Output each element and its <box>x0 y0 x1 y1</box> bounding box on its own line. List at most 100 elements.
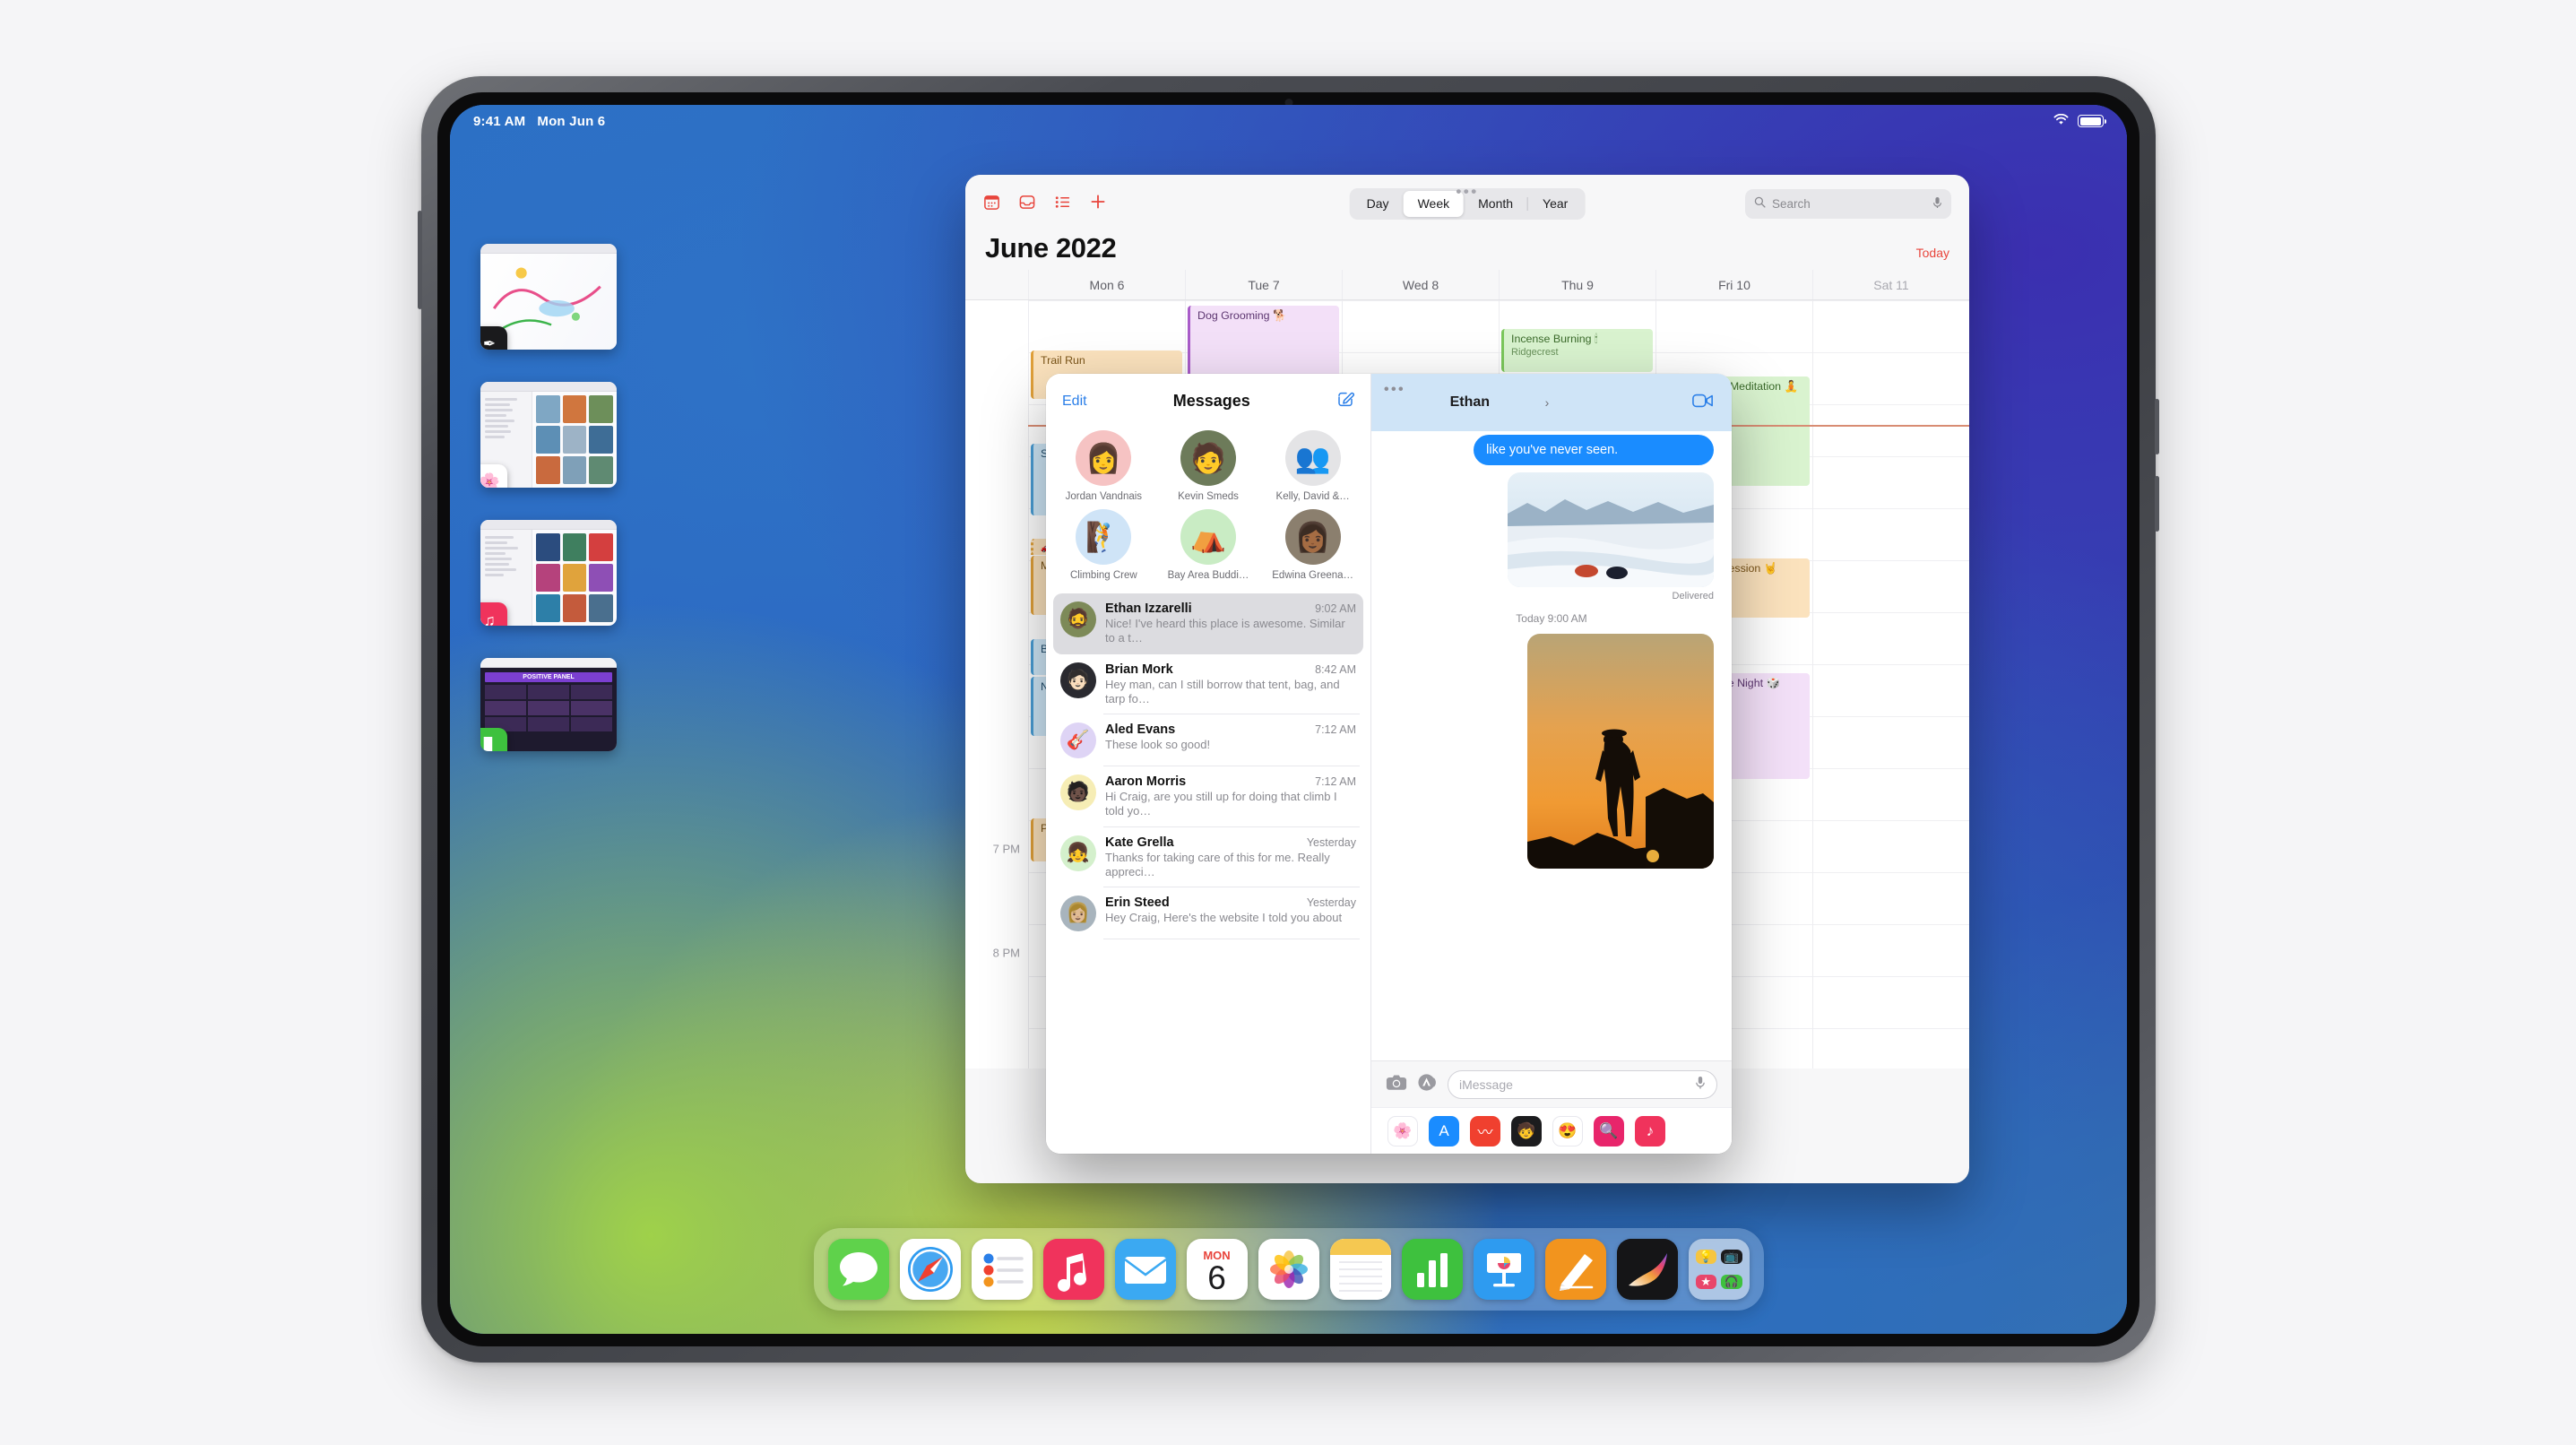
hour-gridline <box>1656 300 1812 301</box>
app-store-icon[interactable]: A <box>1429 1115 1459 1146</box>
message-delivery-status: Delivered <box>1672 591 1714 601</box>
pinned-conversation-2[interactable]: 👥 Kelly, David &… <box>1262 430 1363 502</box>
search-placeholder: Search <box>1772 196 1811 211</box>
dock-app-calendar[interactable]: MON 6 <box>1186 1239 1248 1300</box>
list-item[interactable]: 🧔 Ethan Izzarelli 9:02 AM Nice! I've heard … <box>1053 593 1363 654</box>
messages-window[interactable]: Edit Messages 👩 Jordan Vandnais 🧑 Kevin Sme… <box>1046 374 1732 1154</box>
calendar-window-handle[interactable]: ••• <box>1456 184 1478 199</box>
recent-app-card[interactable]: ✒ <box>480 244 617 350</box>
memoji-stickers-icon[interactable]: 😍 <box>1552 1115 1583 1146</box>
inbox-icon[interactable] <box>1018 194 1036 214</box>
conversation-preview: Hi Craig, are you still up for doing tha… <box>1105 790 1337 818</box>
hour-gridline <box>1813 560 1969 561</box>
dock-app-notes[interactable] <box>1329 1239 1391 1300</box>
conversation-name: Ethan Izzarelli <box>1105 601 1192 616</box>
facetime-video-icon[interactable] <box>1692 392 1714 413</box>
hour-gridline <box>1343 352 1499 353</box>
calendar-search-field[interactable]: Search <box>1745 188 1951 219</box>
dock-app-safari[interactable] <box>899 1239 961 1300</box>
calendar-day-header-3[interactable]: Thu 9 <box>1499 270 1655 299</box>
calendar-icon[interactable] <box>983 194 1000 214</box>
list-item[interactable]: 🧑🏻 Brian Mork 8:42 AM Hey man, can I still … <box>1053 654 1363 715</box>
pinned-conversation-label: Climbing Crew <box>1069 570 1137 581</box>
today-button[interactable]: Today <box>1916 246 1949 260</box>
list-item[interactable]: 🎸 Aled Evans 7:12 AM These look so good! <box>1053 714 1363 766</box>
tab-day[interactable]: Day <box>1353 191 1404 217</box>
ipad-screen: 9:41 AM Mon Jun 6 ✒ 🌸 ♫ POSITIVE PANEL ▊… <box>450 105 2127 1334</box>
recent-app-card[interactable]: ♫ <box>480 520 617 626</box>
microphone-icon[interactable] <box>1695 1076 1706 1093</box>
calendar-day-header-4[interactable]: Fri 10 <box>1655 270 1812 299</box>
photos-app-icon[interactable]: 🌸 <box>1387 1115 1418 1146</box>
messages-window-handle[interactable]: ••• <box>1384 382 1405 398</box>
message-photo-sunset[interactable] <box>1527 634 1714 869</box>
calendar-event[interactable]: Incense Burning 🕯 Ridgecrest <box>1501 329 1653 372</box>
hour-gridline <box>1813 612 1969 613</box>
conversation-list[interactable]: 🧔 Ethan Izzarelli 9:02 AM Nice! I've heard … <box>1046 593 1370 1154</box>
avatar: 🧑🏻 <box>1060 662 1096 698</box>
conversation-preview: Hey man, can I still borrow that tent, b… <box>1105 677 1340 705</box>
pinned-conversations[interactable]: 👩 Jordan Vandnais 🧑 Kevin Smeds 👥 Kelly, Davi… <box>1046 421 1370 593</box>
compose-icon[interactable] <box>1336 390 1354 412</box>
pinned-conversation-0[interactable]: 👩 Jordan Vandnais <box>1053 430 1154 502</box>
pinned-conversation-5[interactable]: 👩🏾 Edwina Greena… <box>1262 509 1363 581</box>
hour-gridline <box>1813 976 1969 977</box>
image-search-icon[interactable]: 🔍 <box>1594 1115 1624 1146</box>
app-store-icon[interactable] <box>1417 1072 1438 1097</box>
camera-icon[interactable] <box>1386 1074 1407 1095</box>
dock-app-numbers[interactable] <box>1401 1239 1463 1300</box>
folder-mini-icon-0: 💡 <box>1695 1249 1716 1264</box>
message-photo-dunes[interactable] <box>1508 472 1714 587</box>
list-item[interactable]: 👧 Kate Grella Yesterday Thanks for taking c… <box>1053 827 1363 888</box>
list-icon[interactable] <box>1054 194 1071 214</box>
dock-app-music[interactable] <box>1042 1239 1104 1300</box>
message-bubble-outgoing[interactable]: like you've never seen. <box>1474 435 1714 465</box>
pinned-conversation-3[interactable]: 🧗 Climbing Crew <box>1053 509 1154 581</box>
conversation-timestamp: Yesterday <box>1306 835 1356 849</box>
calendar-day-header-0[interactable]: Mon 6 <box>1028 270 1185 299</box>
memoji-icon[interactable]: 🧒 <box>1511 1115 1542 1146</box>
chevron-right-icon[interactable]: › <box>1545 395 1550 410</box>
list-item[interactable]: 👩🏼 Erin Steed Yesterday Hey Craig, Here's t… <box>1053 887 1363 939</box>
dock-app-folder[interactable]: 💡 📺 ★ 🎧 <box>1688 1239 1750 1300</box>
microphone-icon[interactable] <box>1932 196 1942 212</box>
dock-app-photos[interactable] <box>1258 1239 1319 1300</box>
hour-gridline <box>1813 924 1969 925</box>
dock-app-reminders[interactable] <box>971 1239 1033 1300</box>
calendar-daynumber: 6 <box>1207 1259 1226 1296</box>
calendar-day-header-1[interactable]: Tue 7 <box>1185 270 1342 299</box>
ipad-bezel: 9:41 AM Mon Jun 6 ✒ 🌸 ♫ POSITIVE PANEL ▊… <box>437 92 2139 1346</box>
dock-app-keynote[interactable] <box>1473 1239 1534 1300</box>
recent-app-card[interactable]: POSITIVE PANEL ▊ <box>480 658 617 751</box>
numbers-icon: ▊ <box>480 728 507 751</box>
imessage-input[interactable]: iMessage <box>1448 1069 1717 1099</box>
music-icon[interactable]: ♪ <box>1635 1115 1665 1146</box>
volume-up-button[interactable] <box>2155 399 2159 454</box>
pinned-conversation-4[interactable]: ⛺ Bay Area Buddi… <box>1158 509 1259 581</box>
dock[interactable]: MON 6 💡 📺 ★ 🎧 <box>813 1228 1764 1311</box>
imessage-app-drawer[interactable]: 🌸 A 〰 🧒 😍 🔍 ♪ <box>1371 1107 1732 1154</box>
hour-gridline <box>1813 820 1969 821</box>
calendar-month-title: June 2022 <box>985 232 1117 264</box>
volume-down-button[interactable] <box>2155 476 2159 532</box>
pinned-conversation-1[interactable]: 🧑 Kevin Smeds <box>1158 430 1259 502</box>
dock-app-procreate[interactable] <box>1616 1239 1678 1300</box>
battery-icon <box>2078 115 2106 127</box>
dock-app-messages[interactable] <box>827 1239 889 1300</box>
recent-app-card[interactable]: 🌸 <box>480 382 617 488</box>
calendar-day-header-5[interactable]: Sat 11 <box>1812 270 1969 299</box>
edit-button[interactable]: Edit <box>1062 394 1087 410</box>
plus-icon[interactable] <box>1089 193 1107 214</box>
calendar-day-column-5[interactable] <box>1812 300 1969 1069</box>
calendar-day-header-2[interactable]: Wed 8 <box>1342 270 1499 299</box>
tab-year[interactable]: Year <box>1528 191 1582 217</box>
avatar: 👧 <box>1060 835 1096 871</box>
pinned-conversation-label: Jordan Vandnais <box>1065 491 1143 502</box>
dock-app-mail[interactable] <box>1114 1239 1176 1300</box>
list-item[interactable]: 🧑🏿 Aaron Morris 7:12 AM Hi Craig, are you s… <box>1053 766 1363 827</box>
voice-memo-icon[interactable]: 〰 <box>1470 1115 1500 1146</box>
tab-week[interactable]: Week <box>1403 190 1465 217</box>
power-button[interactable] <box>418 211 422 309</box>
conversation-contact-name[interactable]: Ethan <box>1389 394 1542 411</box>
dock-app-pages[interactable] <box>1544 1239 1606 1300</box>
